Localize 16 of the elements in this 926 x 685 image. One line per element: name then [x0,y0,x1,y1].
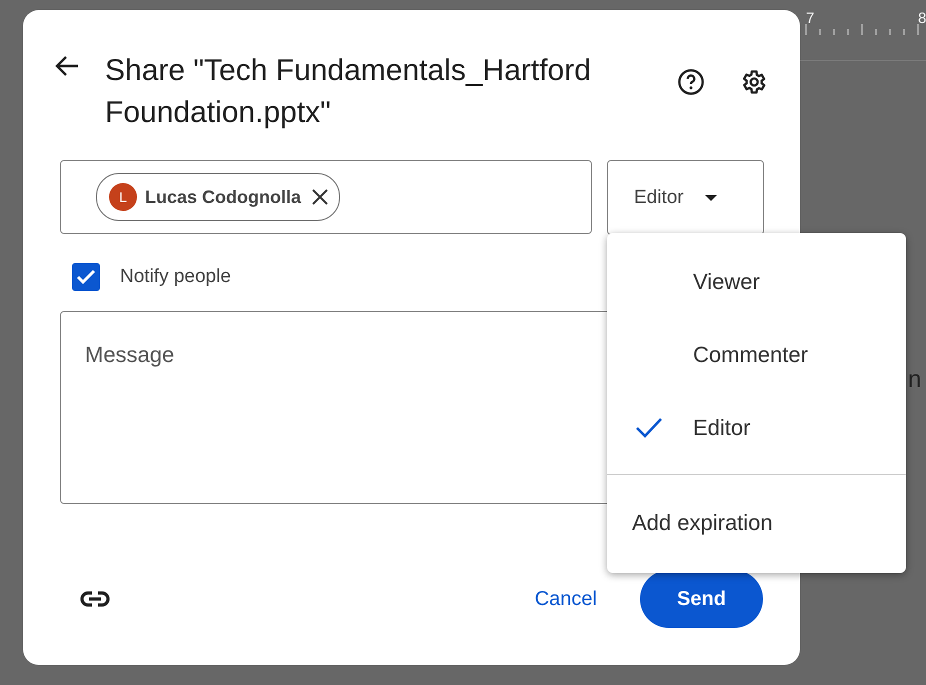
notify-label: Notify people [120,266,231,288]
caret-icon [704,194,718,202]
checkmark-icon [76,269,96,285]
avatar: L [109,183,137,211]
recipients-field[interactable]: L Lucas Codognolla [60,160,592,234]
help-icon[interactable] [675,66,707,98]
cancel-button[interactable]: Cancel [520,580,611,618]
recipient-name: Lucas Codognolla [145,186,302,208]
document-text: n [908,366,922,394]
notify-checkbox[interactable] [72,263,100,291]
send-button[interactable]: Send [640,570,763,628]
ruler-number: 8 [918,10,926,27]
ruler-number: 7 [806,10,814,27]
dialog-title: Share "Tech Fundamentals_Hartford Foundation.pptx" [105,53,592,131]
role-dropdown[interactable]: Editor [607,160,764,235]
recipient-chip[interactable]: L Lucas Codognolla [96,173,340,221]
